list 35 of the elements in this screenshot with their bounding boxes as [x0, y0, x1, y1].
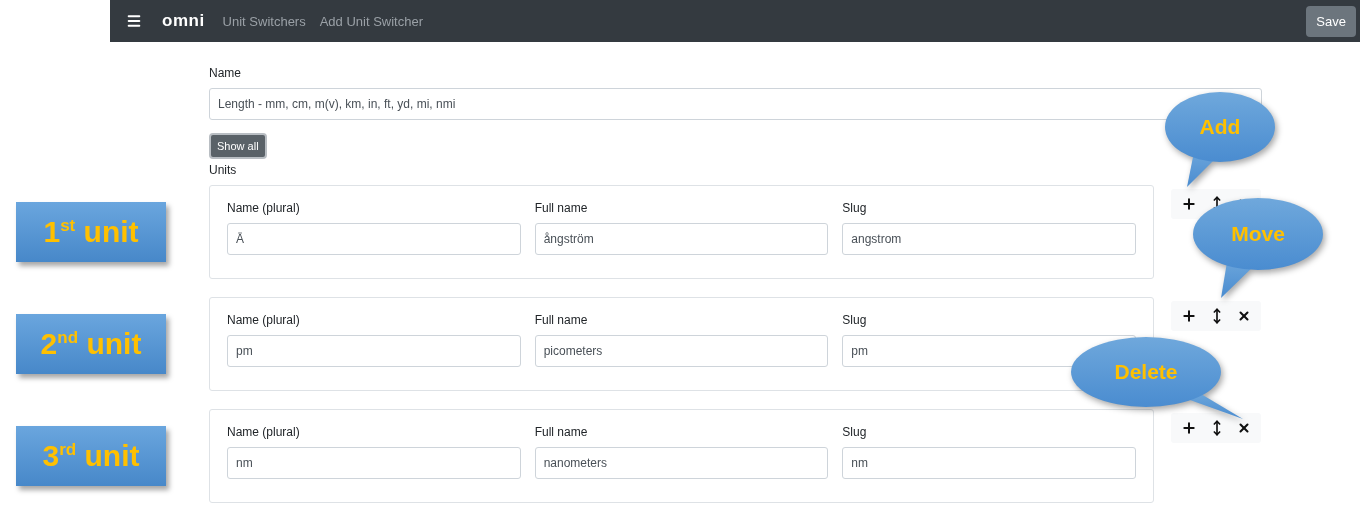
section-label: Units — [209, 163, 238, 177]
field-label: Full name — [534, 313, 589, 327]
nav-link[interactable]: Add Unit Switcher — [319, 13, 423, 29]
add-button[interactable] — [1181, 308, 1197, 324]
input-field[interactable]: nanometers — [534, 447, 829, 479]
nav-link[interactable]: Unit Switchers — [222, 13, 306, 29]
input-field[interactable]: nm — [842, 447, 1136, 479]
field-label: Name — [209, 66, 242, 80]
callout-label: Move — [1231, 222, 1285, 246]
add-button[interactable] — [1181, 420, 1197, 436]
field-label: Slug — [842, 201, 868, 215]
field-label: Name (plural) — [227, 201, 301, 215]
field-label: Name (plural) — [227, 313, 301, 327]
field-label: Slug — [842, 425, 868, 439]
delete-button[interactable] — [1237, 421, 1251, 435]
input-field[interactable]: Å — [227, 223, 521, 255]
field-label: Full name — [534, 201, 589, 215]
field-label: Slug — [842, 313, 868, 327]
input-field[interactable]: nm — [227, 447, 521, 479]
field-label: Full name — [534, 425, 589, 439]
add-button[interactable] — [1181, 196, 1197, 212]
input-field[interactable]: ångström — [534, 223, 829, 255]
delete-button[interactable] — [1237, 309, 1251, 323]
unit-tag: 1$^{st}$ unit — [16, 202, 166, 262]
field-label: Name (plural) — [227, 425, 301, 439]
input-field[interactable]: angstrom — [842, 223, 1136, 255]
unit-tag: 3$^{rd}$ unit — [16, 426, 166, 486]
unit-tag: 2$^{nd}$ unit — [16, 314, 166, 374]
input-field[interactable]: picometers — [534, 335, 829, 367]
input-field[interactable]: pm — [227, 335, 521, 367]
menu-icon[interactable] — [126, 13, 142, 29]
show-all-button[interactable]: Show all — [209, 133, 267, 159]
brand-logo[interactable]: omni — [162, 11, 205, 31]
save-button[interactable]: Save — [1306, 5, 1356, 37]
name-field[interactable]: Length - mm, cm, m(v), km, in, ft, yd, mi, nmi — [209, 88, 1262, 120]
